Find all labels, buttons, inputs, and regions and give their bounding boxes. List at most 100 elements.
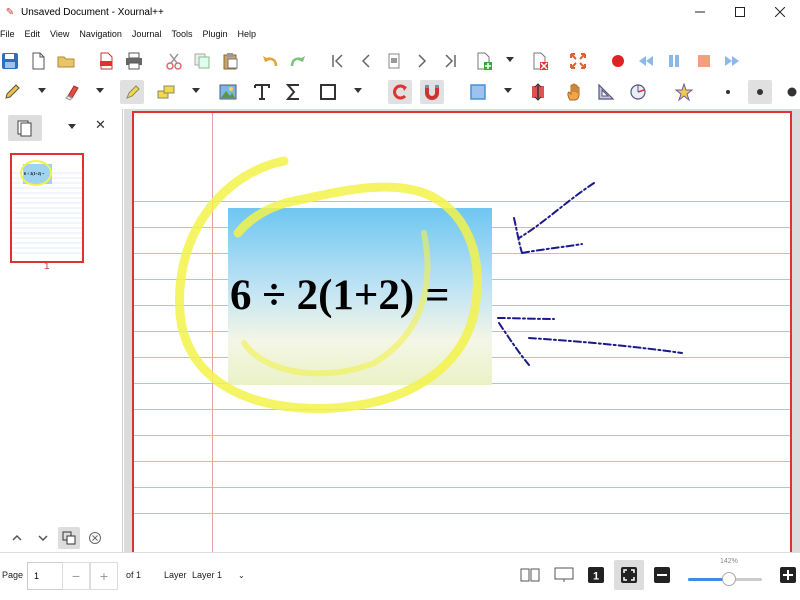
move-page-down-icon[interactable]: [32, 527, 54, 549]
rule-line: [134, 487, 790, 488]
new-document-button[interactable]: [26, 49, 50, 73]
title-bar: ✎ Unsaved Document - Xournal++: [0, 0, 800, 24]
snap-rotation-icon[interactable]: [388, 80, 412, 104]
fill-color-icon[interactable]: [466, 80, 490, 104]
image-tool-icon[interactable]: [216, 80, 240, 104]
window-controls: [680, 0, 800, 24]
pen-dropdown[interactable]: [38, 88, 46, 93]
export-pdf-button[interactable]: [94, 49, 118, 73]
medium-line-icon[interactable]: [748, 80, 772, 104]
cut-icon[interactable]: [162, 49, 186, 73]
goto-page-icon[interactable]: [382, 49, 406, 73]
presentation-mode-icon[interactable]: [552, 563, 576, 587]
zoom-100-icon[interactable]: 1: [584, 563, 608, 587]
menu-navigation[interactable]: Navigation: [79, 29, 127, 39]
print-button[interactable]: [122, 49, 146, 73]
move-page-up-icon[interactable]: [6, 527, 28, 549]
layer-select[interactable]: Layer 1: [192, 570, 222, 580]
document-page[interactable]: 6 ÷ 2(1+2) =: [132, 111, 792, 552]
delete-page-sidebar-icon[interactable]: [84, 527, 106, 549]
thumbnail-preview: [12, 160, 82, 254]
snap-grid-magnet-icon[interactable]: [420, 80, 444, 104]
page-increment-button[interactable]: +: [90, 562, 118, 590]
sidebar-footer: [0, 524, 123, 552]
page-decrement-button[interactable]: −: [62, 562, 90, 590]
tools-toolbar: [0, 77, 800, 107]
page-preview-view-button[interactable]: [8, 115, 42, 141]
eraser-tool-icon[interactable]: [60, 80, 84, 104]
next-page-icon[interactable]: [410, 49, 434, 73]
zoom-in-icon[interactable]: [776, 563, 800, 587]
first-page-icon[interactable]: [326, 49, 350, 73]
layer-dropdown-icon[interactable]: ⌄: [238, 571, 245, 580]
menu-edit[interactable]: Edit: [25, 29, 46, 39]
rule-line: [134, 461, 790, 462]
zoom-out-icon[interactable]: [650, 563, 674, 587]
two-pages-icon[interactable]: [518, 563, 542, 587]
eraser-dropdown[interactable]: [96, 88, 104, 93]
thin-line-icon[interactable]: [716, 80, 740, 104]
page-margin-line: [212, 113, 213, 552]
menu-plugin[interactable]: Plugin: [202, 29, 232, 39]
thick-line-icon[interactable]: [780, 80, 800, 104]
text-tool-icon[interactable]: [250, 80, 274, 104]
page-thumbnail[interactable]: 6 ÷ 2(1+2) =: [10, 153, 84, 263]
save-button[interactable]: [0, 49, 22, 73]
stop-icon[interactable]: [692, 49, 716, 73]
page-number-input[interactable]: 1: [27, 562, 63, 590]
menu-tools[interactable]: Tools: [171, 29, 197, 39]
text-select-icon[interactable]: [154, 80, 178, 104]
shape-rectangle-icon[interactable]: [316, 80, 340, 104]
vertical-space-icon[interactable]: [526, 80, 550, 104]
maximize-button[interactable]: [720, 0, 760, 24]
fill-dropdown[interactable]: [504, 88, 512, 93]
plugin-star-icon[interactable]: [672, 80, 696, 104]
main-toolbar: [0, 46, 800, 76]
rule-line: [134, 409, 790, 410]
minimize-button[interactable]: [680, 0, 720, 24]
shape-dropdown[interactable]: [354, 88, 362, 93]
compass-icon[interactable]: [626, 80, 650, 104]
pen-tool-icon[interactable]: [0, 80, 24, 104]
rule-line: [134, 435, 790, 436]
hand-tool-icon[interactable]: [562, 80, 586, 104]
fast-forward-icon[interactable]: [720, 49, 744, 73]
status-bar: Page 1 − + of 1 Layer Layer 1 ⌄ 1 142%: [0, 552, 800, 600]
menu-file[interactable]: File: [0, 29, 20, 39]
menu-view[interactable]: View: [50, 29, 74, 39]
rule-line: [134, 201, 790, 202]
pen-arrow-upper: [513, 182, 595, 254]
insert-page-dropdown[interactable]: [506, 57, 514, 62]
zoom-slider-handle[interactable]: [721, 572, 736, 586]
paste-icon[interactable]: [218, 49, 242, 73]
last-page-icon[interactable]: [438, 49, 462, 73]
fullscreen-icon[interactable]: [566, 49, 590, 73]
pause-icon[interactable]: [662, 49, 686, 73]
open-folder-button[interactable]: [54, 49, 78, 73]
delete-page-icon[interactable]: [528, 49, 552, 73]
page-count-label: of 1: [126, 570, 142, 580]
previous-page-icon[interactable]: [354, 49, 378, 73]
redo-icon[interactable]: [286, 49, 310, 73]
close-icon[interactable]: ✕: [95, 117, 106, 133]
menu-help[interactable]: Help: [238, 29, 262, 39]
copy-icon[interactable]: [190, 49, 214, 73]
math-tex-icon[interactable]: [282, 80, 306, 104]
close-window-button[interactable]: [760, 0, 800, 24]
document-canvas[interactable]: 6 ÷ 2(1+2) =: [124, 109, 800, 552]
select-dropdown[interactable]: [192, 88, 200, 93]
sidebar-view-dropdown[interactable]: [68, 124, 76, 129]
layer-label: Layer: [164, 570, 187, 580]
set-square-icon[interactable]: [594, 80, 618, 104]
undo-icon[interactable]: [258, 49, 282, 73]
window-title: Unsaved Document - Xournal++: [21, 6, 164, 18]
thumbnail-page-number: 1: [44, 261, 50, 272]
insert-page-icon[interactable]: [472, 49, 496, 73]
thumbnail-equation: 6 ÷ 2(1+2) =: [24, 171, 45, 176]
menu-journal[interactable]: Journal: [132, 29, 167, 39]
record-icon[interactable]: [606, 49, 630, 73]
zoom-fit-icon[interactable]: [614, 560, 644, 590]
duplicate-page-icon[interactable]: [58, 527, 80, 549]
highlighter-tool-icon[interactable]: [120, 80, 144, 104]
rewind-icon[interactable]: [634, 49, 658, 73]
